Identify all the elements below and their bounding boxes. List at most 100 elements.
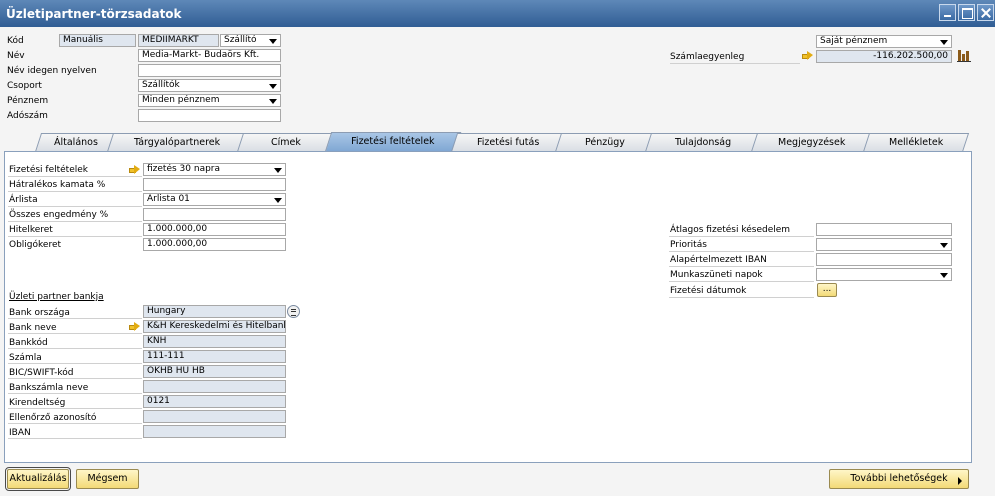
tab-tulajdonsag[interactable]: Tulajdonság <box>644 133 762 152</box>
nev-label: Név <box>7 51 25 61</box>
divider <box>8 348 142 349</box>
title-bar: Üzletipartner-törzsadatok <box>0 0 995 27</box>
arlista-select[interactable]: Árlista 01 <box>143 193 286 206</box>
divider <box>8 393 142 394</box>
szamla-label: Számla <box>9 353 42 363</box>
close-icon[interactable] <box>977 4 994 21</box>
obligokeret-field[interactable]: 1.000.000,00 <box>143 238 286 251</box>
munkaszuneti-select[interactable] <box>816 268 952 281</box>
fizetesi-datumok-label: Fizetési dátumok <box>670 286 747 296</box>
link-arrow-icon[interactable] <box>802 51 814 60</box>
csoport-label: Csoport <box>7 81 42 91</box>
divider <box>8 221 142 222</box>
kod-type-select[interactable]: Szállító <box>220 34 281 47</box>
more-options-label: További lehetőségek <box>850 473 948 484</box>
more-options-button[interactable]: További lehetőségek <box>829 469 969 489</box>
szamlaegyenleg-label: Számlaegyenleg <box>670 52 745 62</box>
link-arrow-icon[interactable] <box>129 165 141 174</box>
list-selector-icon[interactable] <box>287 305 300 318</box>
divider <box>8 206 142 207</box>
bic-label: BIC/SWIFT-kód <box>9 368 74 378</box>
fizetesi-datumok-button[interactable]: ... <box>817 283 837 297</box>
link-arrow-icon[interactable] <box>129 322 141 331</box>
engedmeny-field[interactable] <box>143 208 286 221</box>
kod-label: Kód <box>7 36 24 46</box>
divider <box>8 378 142 379</box>
kirendeltseg-label: Kirendeltség <box>9 398 66 408</box>
iban-label: IBAN <box>9 428 31 438</box>
divider <box>8 438 142 439</box>
kirendeltseg-field[interactable]: 0121 <box>143 395 286 408</box>
iban-field[interactable] <box>143 425 286 438</box>
ellenorzo-field[interactable] <box>143 410 286 423</box>
bic-field[interactable]: OKHB HU HB <box>143 365 286 378</box>
divider <box>669 236 814 237</box>
nev-field[interactable]: Media-Markt- Budaörs Kft. <box>138 49 281 62</box>
engedmeny-label: Összes engedmény % <box>9 210 109 220</box>
divider <box>8 333 142 334</box>
szamla-field[interactable]: 111-111 <box>143 350 286 363</box>
arlista-label: Árlista <box>9 195 38 205</box>
obligokeret-label: Obligókeret <box>9 240 62 250</box>
tab-targyalopartnerek[interactable]: Tárgyalópartnerek <box>106 133 248 152</box>
hitelkeret-field[interactable]: 1.000.000,00 <box>143 223 286 236</box>
bankkod-field[interactable]: KNH <box>143 335 286 348</box>
tab-mellekletek[interactable]: Mellékletek <box>862 133 970 152</box>
bank-section-title: Üzleti partner bankja <box>9 292 104 302</box>
kod-field[interactable]: MEDIIMARKT <box>138 34 219 47</box>
tab-altalanos[interactable]: Általános <box>34 133 118 152</box>
divider <box>8 318 142 319</box>
default-iban-field[interactable] <box>816 253 952 266</box>
tab-penzugy[interactable]: Pénzügy <box>554 133 656 152</box>
tab-fizetesi-feltetelek[interactable]: Fizetési feltételek <box>324 132 462 152</box>
bank-neve-label: Bank neve <box>9 323 57 333</box>
divider <box>669 251 814 252</box>
munkaszuneti-label: Munkaszüneti napok <box>670 270 763 280</box>
divider <box>8 176 142 177</box>
bankkod-label: Bankkód <box>9 338 48 348</box>
adoszam-label: Adószám <box>7 111 48 121</box>
divider <box>8 408 142 409</box>
fizetesi-feltetelek-select[interactable]: fizetés 30 napra <box>143 163 286 176</box>
divider <box>669 297 814 298</box>
currency-select[interactable]: Saját pénznem <box>816 35 952 48</box>
divider <box>669 266 814 267</box>
divider <box>670 63 800 64</box>
update-button[interactable]: Aktualizálás <box>5 467 71 491</box>
default-iban-label: Alapértelmezett IBAN <box>670 255 767 265</box>
bank-orszag-label: Bank országa <box>9 308 70 318</box>
cancel-button[interactable]: Mégsem <box>76 469 139 489</box>
tab-cimek[interactable]: Címek <box>236 133 336 152</box>
ellenorzo-label: Ellenőrző azonosító <box>9 413 97 423</box>
hatralekos-label: Hátralékos kamata % <box>9 180 106 190</box>
nev-idegen-label: Név idegen nyelven <box>7 66 97 76</box>
bar-chart-icon[interactable] <box>957 48 971 62</box>
csoport-select[interactable]: Szállítók <box>138 79 281 92</box>
penznem-label: Pénznem <box>7 96 49 106</box>
divider <box>8 423 142 424</box>
fizetesi-feltetelek-label: Fizetési feltételek <box>9 165 88 175</box>
hatralekos-field[interactable] <box>143 178 286 191</box>
minimize-icon[interactable] <box>939 4 956 21</box>
window-title: Üzletipartner-törzsadatok <box>6 7 182 21</box>
szamlaegyenleg-field: -116.202.500,00 <box>816 50 952 63</box>
adoszam-field[interactable] <box>138 109 281 122</box>
bankszamla-neve-field[interactable] <box>143 380 286 393</box>
tab-bar: Általános Tárgyalópartnerek Címek Fizeté… <box>0 130 995 152</box>
tab-megjegyzesek[interactable]: Megjegyzések <box>750 133 874 152</box>
atlagos-label: Átlagos fizetési késedelem <box>670 225 791 235</box>
maximize-icon[interactable] <box>958 4 975 21</box>
atlagos-field[interactable] <box>816 223 952 236</box>
divider <box>8 363 142 364</box>
prioritas-label: Prioritás <box>670 240 707 250</box>
prioritas-select[interactable] <box>816 238 952 251</box>
bank-neve-field[interactable]: K&H Kereskedelmi és Hitelbank <box>143 320 286 333</box>
bankszamla-neve-label: Bankszámla neve <box>9 383 89 393</box>
penznem-select[interactable]: Minden pénznem <box>138 94 281 107</box>
hitelkeret-label: Hitelkeret <box>9 225 53 235</box>
divider <box>8 191 142 192</box>
bank-orszag-field[interactable]: Hungary <box>143 305 286 318</box>
tab-fizetesi-futas[interactable]: Fizetési futás <box>450 133 566 152</box>
nev-idegen-field[interactable] <box>138 64 281 77</box>
kod-series-field[interactable]: Manuális <box>59 34 136 47</box>
